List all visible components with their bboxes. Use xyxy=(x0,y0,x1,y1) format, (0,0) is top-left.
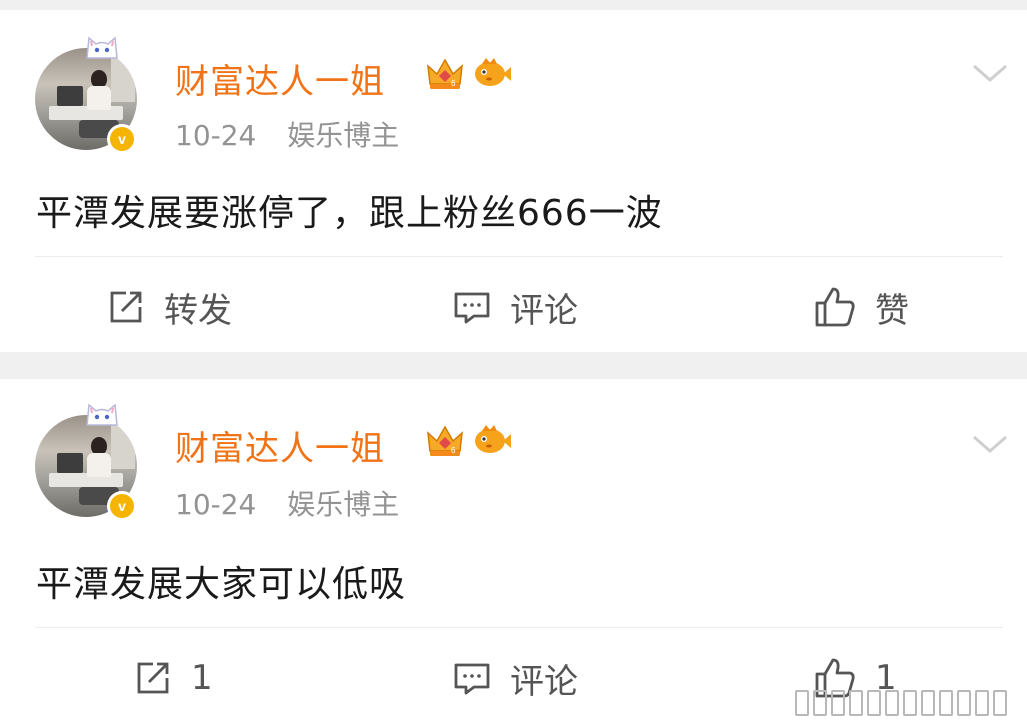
user-tag: 娱乐博主 xyxy=(287,488,400,521)
comment-button[interactable]: 评论 xyxy=(452,282,578,332)
crown-badge-icon: 6 xyxy=(427,425,463,456)
share-button[interactable]: 转发 xyxy=(106,282,232,332)
post-card: v 财富达人一姐 6 10-24 娱乐博主 平潭发展大家可以低吸 1 评论 1 xyxy=(0,379,1027,727)
fish-badge-icon xyxy=(475,58,511,86)
fish-badge-icon xyxy=(475,425,511,453)
cat-avatar-frame-icon xyxy=(86,403,118,426)
verified-v-icon: v xyxy=(110,127,134,151)
comment-label: 评论 xyxy=(510,661,578,702)
username[interactable]: 财富达人一姐 xyxy=(175,54,385,103)
verified-v-icon: v xyxy=(110,494,134,518)
avatar[interactable]: v xyxy=(35,32,143,154)
avatar[interactable]: v xyxy=(35,399,143,521)
verified-badge: v xyxy=(107,124,137,154)
chevron-down-icon[interactable] xyxy=(970,58,1010,88)
crown-badge-icon: 6 xyxy=(427,58,463,89)
user-tag: 娱乐博主 xyxy=(287,119,400,152)
svg-text:6: 6 xyxy=(451,79,456,88)
weibo-feed: v 财富达人一姐 6 10-24 娱乐博主 平潭发展要涨停了，跟上粉丝666一波 xyxy=(0,0,1027,727)
divider xyxy=(35,256,1003,257)
post-card: v 财富达人一姐 6 10-24 娱乐博主 平潭发展要涨停了，跟上粉丝666一波 xyxy=(0,10,1027,352)
cat-avatar-frame-icon xyxy=(86,36,118,59)
share-label: 转发 xyxy=(164,290,232,331)
share-icon xyxy=(110,291,142,323)
share-icon xyxy=(137,662,169,694)
divider xyxy=(35,627,1003,628)
post-content: 平潭发展要涨停了，跟上粉丝666一波 xyxy=(36,193,663,234)
verified-badge: v xyxy=(107,491,137,521)
post-meta: 10-24 娱乐博主 xyxy=(175,114,399,154)
thumbs-up-icon xyxy=(815,287,855,327)
watermark xyxy=(795,686,1017,720)
share-count: 1 xyxy=(191,658,213,698)
post-date: 10-24 xyxy=(175,488,257,521)
like-label: 赞 xyxy=(875,290,909,331)
post-date: 10-24 xyxy=(175,119,257,152)
comment-label: 评论 xyxy=(510,290,578,331)
username[interactable]: 财富达人一姐 xyxy=(175,421,385,470)
comment-button[interactable]: 评论 xyxy=(452,653,578,703)
post-meta: 10-24 娱乐博主 xyxy=(175,483,399,523)
comment-icon xyxy=(454,292,490,324)
share-button[interactable]: 1 xyxy=(133,653,213,703)
chevron-down-icon[interactable] xyxy=(970,429,1010,459)
like-button[interactable]: 赞 xyxy=(813,282,909,332)
svg-text:6: 6 xyxy=(451,446,456,455)
post-content: 平潭发展大家可以低吸 xyxy=(36,564,407,605)
comment-icon xyxy=(454,663,490,695)
